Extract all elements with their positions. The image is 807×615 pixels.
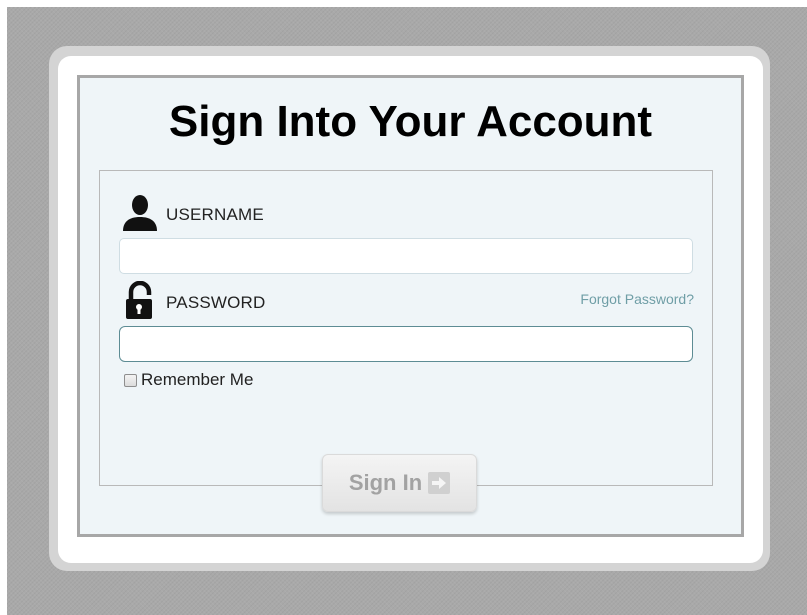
remember-me-row: Remember Me	[124, 370, 253, 390]
user-silhouette-icon	[123, 195, 157, 231]
padlock-icon	[126, 281, 152, 319]
page-title: Sign Into Your Account	[168, 97, 653, 146]
remember-me-checkbox[interactable]	[124, 373, 137, 387]
login-panel: Sign Into Your Account USERNAME PASSWORD…	[77, 75, 744, 537]
login-dialog-frame: Sign Into Your Account USERNAME PASSWORD…	[49, 46, 770, 571]
remember-me-label[interactable]: Remember Me	[141, 370, 253, 390]
forgot-password-link[interactable]: Forgot Password?	[580, 291, 694, 307]
username-input[interactable]	[119, 238, 693, 274]
sign-in-button[interactable]: Sign In	[322, 454, 477, 512]
username-label: USERNAME	[166, 205, 264, 224]
sign-in-label: Sign In	[348, 470, 423, 495]
password-input[interactable]	[119, 326, 693, 362]
arrow-right-icon	[428, 472, 451, 494]
password-label-row: PASSWORD	[120, 281, 266, 321]
login-dialog-inner-frame: Sign Into Your Account USERNAME PASSWORD…	[58, 56, 763, 563]
login-form: USERNAME PASSWORD Forgot Password? Remem…	[99, 170, 713, 512]
username-label-row: USERNAME	[120, 193, 264, 233]
password-label: PASSWORD	[166, 293, 266, 312]
